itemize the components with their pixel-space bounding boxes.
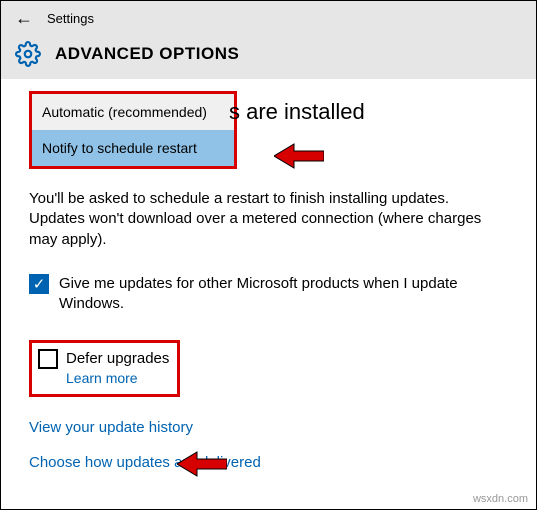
install-mode-dropdown[interactable]: Automatic (recommended) Notify to schedu… — [29, 91, 237, 169]
back-arrow-icon[interactable]: ← — [15, 9, 33, 27]
settings-label: Settings — [47, 11, 94, 26]
page-title: ADVANCED OPTIONS — [55, 44, 239, 64]
dropdown-option-notify[interactable]: Notify to schedule restart — [32, 130, 234, 166]
header-top: ← Settings — [9, 5, 528, 31]
dropdown-option-automatic[interactable]: Automatic (recommended) — [32, 94, 234, 130]
defer-upgrades-checkbox[interactable] — [38, 349, 58, 369]
content-area: s are installed Automatic (recommended) … — [1, 79, 536, 499]
gear-icon — [15, 41, 41, 67]
other-products-row: ✓ Give me updates for other Microsoft pr… — [29, 274, 508, 315]
defer-upgrades-label: Defer upgrades — [66, 349, 169, 369]
install-heading-fragment: s are installed — [229, 99, 365, 125]
checkmark-icon: ✓ — [33, 275, 46, 293]
annotation-arrow-icon — [274, 141, 324, 171]
learn-more-link[interactable]: Learn more — [66, 370, 169, 386]
choose-delivery-link[interactable]: Choose how updates are delivered — [29, 454, 508, 471]
header-title-row: ADVANCED OPTIONS — [9, 31, 528, 69]
other-products-label: Give me updates for other Microsoft prod… — [59, 274, 508, 315]
watermark: wsxdn.com — [473, 493, 528, 505]
description-text: You'll be asked to schedule a restart to… — [29, 189, 508, 250]
defer-upgrades-block: Defer upgrades Learn more — [29, 340, 180, 396]
defer-row: Defer upgrades — [38, 349, 169, 369]
header-bar: ← Settings ADVANCED OPTIONS — [1, 1, 536, 79]
other-products-checkbox[interactable]: ✓ — [29, 274, 49, 294]
dropdown-area: s are installed Automatic (recommended) … — [29, 91, 508, 169]
view-history-link[interactable]: View your update history — [29, 419, 508, 436]
